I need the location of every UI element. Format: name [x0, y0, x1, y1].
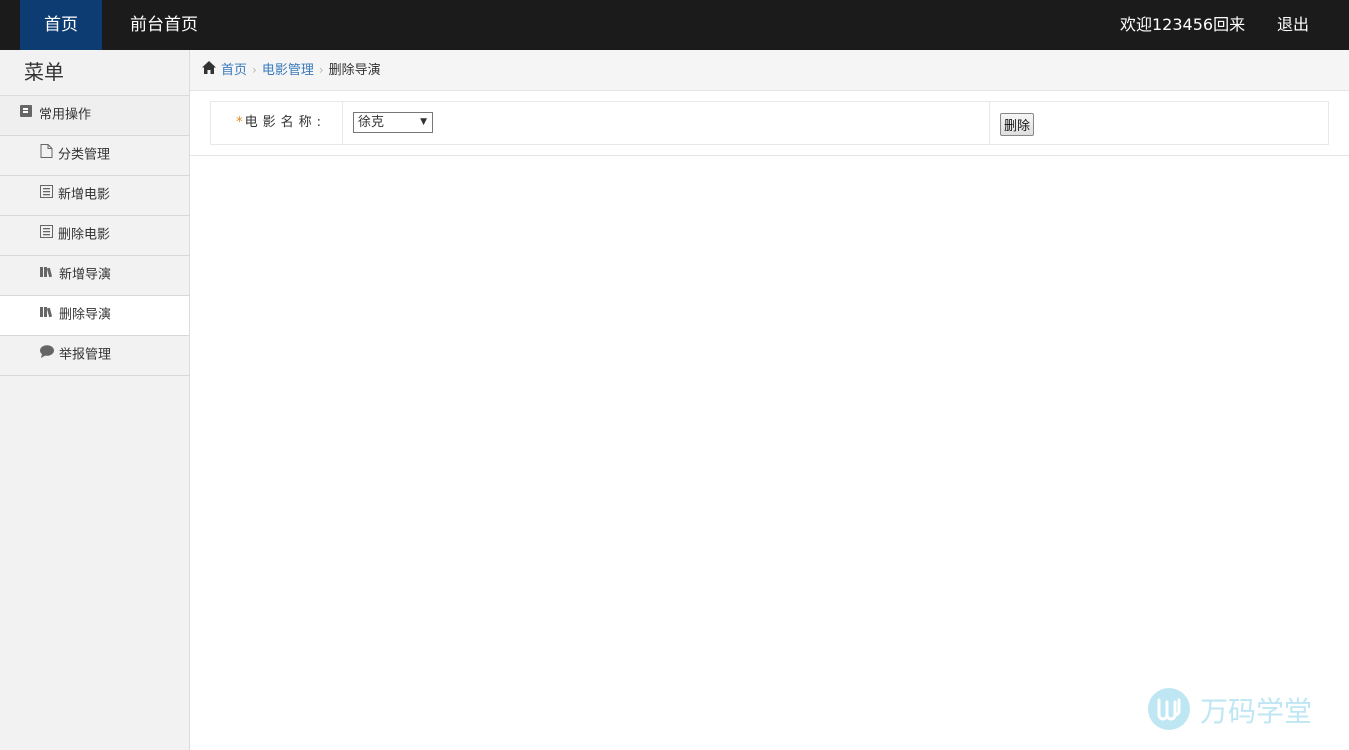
sidebar: 菜单 常用操作 分类管理 新增电影 删除电影 新增导演 删除导演 举报管理 [0, 50, 190, 750]
sidebar-item-report[interactable]: 举报管理 [0, 336, 189, 376]
caret-down-icon: ▼ [420, 117, 427, 127]
sidebar-item-label: 新增导演 [59, 267, 112, 283]
menu-title: 菜单 [0, 50, 189, 96]
delete-director-form: * 电影名称: 徐克 ▼ 删除 [210, 101, 1329, 145]
breadcrumb-parent-link[interactable]: 电影管理 [262, 63, 314, 78]
books-icon [40, 256, 54, 294]
welcome-text: 欢迎123456回来 [1120, 15, 1246, 34]
required-mark: * [236, 115, 243, 130]
sidebar-item-add-director[interactable]: 新增导演 [0, 256, 189, 296]
chevron-right-icon: › [318, 63, 324, 77]
comment-icon [40, 336, 54, 374]
sidebar-group-common[interactable]: 常用操作 [0, 96, 189, 136]
sidebar-item-delete-director[interactable]: 删除导演 [0, 296, 189, 336]
home-icon [202, 51, 216, 91]
books-icon [40, 296, 54, 334]
content-divider [190, 155, 1349, 156]
sidebar-item-label: 删除电影 [58, 227, 111, 243]
sidebar-item-add-movie[interactable]: 新增电影 [0, 176, 189, 216]
sidebar-item-label: 分类管理 [58, 147, 111, 163]
logout-link[interactable]: 退出 [1270, 0, 1316, 50]
book-icon [20, 96, 34, 134]
breadcrumb-current: 删除导演 [328, 63, 381, 78]
sidebar-item-label: 删除导演 [59, 307, 112, 323]
delete-button[interactable]: 删除 [1000, 113, 1035, 136]
breadcrumb: 首页 › 电影管理 › 删除导演 [190, 50, 1349, 91]
form-divider [989, 102, 990, 144]
sidebar-group-label: 常用操作 [39, 107, 92, 123]
watermark-logo-icon [1148, 688, 1190, 730]
movie-name-label: * 电影名称: [211, 102, 343, 144]
list-icon [40, 176, 53, 214]
movie-name-label-text: 电影名称: [244, 115, 326, 130]
file-icon [40, 136, 53, 174]
watermark-text: 万码学堂 [1200, 695, 1313, 728]
sidebar-item-delete-movie[interactable]: 删除电影 [0, 216, 189, 256]
top-navbar: 首页 前台首页 欢迎123456回来 退出 [0, 0, 1349, 50]
chevron-right-icon: › [252, 63, 257, 77]
breadcrumb-home-link[interactable]: 首页 [221, 63, 247, 78]
nav-front-home[interactable]: 前台首页 [118, 0, 210, 50]
nav-home[interactable]: 首页 [20, 0, 102, 50]
sidebar-item-label: 举报管理 [59, 347, 112, 363]
director-select-value: 徐克 [358, 115, 385, 130]
sidebar-item-category[interactable]: 分类管理 [0, 136, 189, 176]
list-icon [40, 216, 53, 254]
director-select[interactable]: 徐克 ▼ [353, 112, 433, 133]
sidebar-item-label: 新增电影 [58, 187, 111, 203]
